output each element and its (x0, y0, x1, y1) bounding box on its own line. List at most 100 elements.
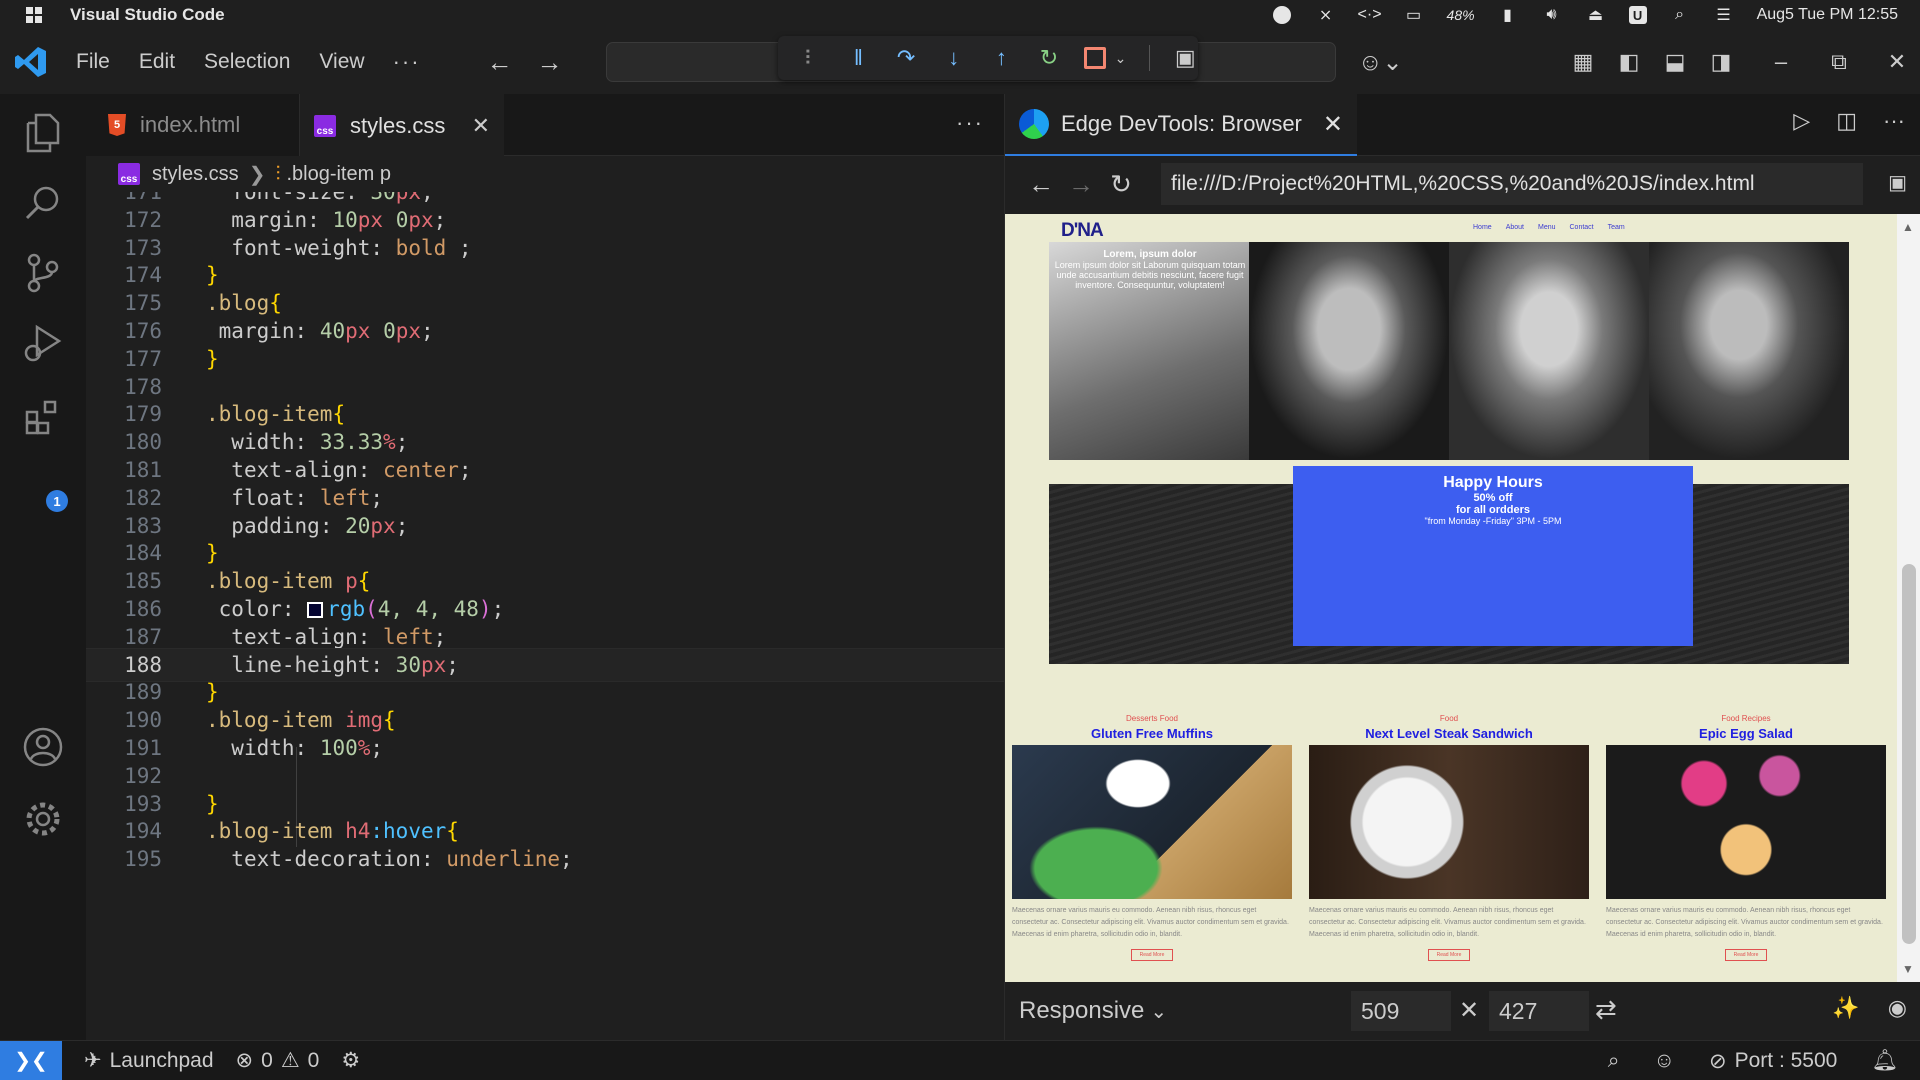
url-input[interactable]: file:///D:/Project%20HTML,%20CSS,%20and%… (1161, 163, 1863, 205)
notifications-bell-icon[interactable]: 🔔︎ (1871, 1049, 1898, 1073)
code-text: margin: 10px 0px; (231, 207, 447, 232)
customize-layout-icon[interactable]: ▦ (1560, 49, 1606, 75)
site-nav-about[interactable]: About (1506, 224, 1524, 231)
search-icon[interactable]: ⌕ (1669, 6, 1691, 24)
blog-title[interactable]: Epic Egg Salad (1606, 726, 1886, 741)
control-center-icon[interactable]: ☰ (1713, 6, 1735, 24)
display-icon[interactable]: ▭ (1403, 6, 1425, 24)
browser-reload-icon[interactable]: ↻ (1101, 169, 1141, 200)
promo-banner: Happy Hours 50% off for all ordders "fro… (1049, 466, 1849, 664)
close-tab-icon[interactable]: ✕ (472, 113, 490, 139)
site-nav-contact[interactable]: Contact (1570, 224, 1594, 231)
search-icon[interactable] (20, 180, 66, 226)
rotate-swap-icon[interactable]: ⇄ (1595, 994, 1617, 1025)
color-swatch[interactable] (307, 602, 324, 618)
browser-back-icon[interactable]: ← (1021, 169, 1061, 200)
tab-label: index.html (140, 112, 241, 137)
restore-icon[interactable]: ⧉ (1816, 49, 1862, 75)
viewport-height-input[interactable]: 427 (1489, 991, 1589, 1031)
magic-wand-icon[interactable]: ✨ (1832, 995, 1859, 1021)
browser-viewport[interactable]: D'NA Home About Menu Contact Team Lorem,… (1005, 214, 1897, 982)
drag-grip-icon[interactable]: ⠇ (798, 46, 824, 71)
device-select[interactable]: Responsive (1019, 997, 1144, 1025)
source-control-icon[interactable] (20, 250, 66, 296)
tab-styles-css[interactable]: css styles.css ✕ (300, 94, 504, 156)
scrollbar-thumb[interactable] (1902, 564, 1916, 944)
remote-indicator-icon[interactable]: ❯❮ (0, 1040, 62, 1080)
copilot-icon[interactable]: ☺⌄ (1358, 48, 1403, 77)
site-nav-menu[interactable]: Menu (1538, 224, 1556, 231)
symbol-class-icon: ⫶ (275, 162, 281, 185)
split-editor-icon[interactable]: ◫ (1836, 108, 1857, 134)
zoom-icon[interactable]: ⌕ (1608, 1049, 1620, 1073)
step-into-icon[interactable]: ↓ (941, 45, 967, 71)
read-more-button[interactable]: Read More (1131, 949, 1173, 961)
browser-forward-icon[interactable]: → (1061, 169, 1101, 200)
step-over-icon[interactable]: ↷ (893, 45, 919, 71)
toggle-sidebar-icon[interactable]: ◧ (1606, 49, 1652, 75)
blog-title[interactable]: Next Level Steak Sandwich (1309, 726, 1589, 741)
menu-file[interactable]: File (76, 50, 110, 74)
screencast-icon[interactable]: ▣ (1172, 45, 1198, 71)
copilot-status-icon[interactable]: ☺ (1654, 1049, 1675, 1073)
run-icon[interactable]: ▷ (1793, 108, 1810, 134)
menu-edit[interactable]: Edit (139, 50, 175, 74)
eye-icon[interactable]: ◉ (1888, 995, 1907, 1021)
menu-selection[interactable]: Selection (204, 50, 290, 74)
promo-box: Happy Hours 50% off for all ordders "fro… (1293, 466, 1693, 646)
clock[interactable]: Aug5 Tue PM 12:55 (1757, 6, 1898, 24)
menu-more-button[interactable]: ··· (393, 49, 421, 75)
editor-more-actions-button[interactable]: ··· (956, 110, 984, 136)
back-arrow-icon[interactable]: ← (487, 47, 513, 78)
breadcrumb-symbol[interactable]: .blog-item p (286, 163, 391, 186)
read-more-button[interactable]: Read More (1428, 949, 1470, 961)
os-top-bar: Visual Studio Code ⨯ <·> ▭ 48% ▮ 🔊︎ ⏏ U … (0, 0, 1920, 30)
close-icon[interactable]: ✕ (1874, 49, 1920, 75)
eject-icon[interactable]: ⏏ (1585, 6, 1607, 24)
battery-icon[interactable]: ▮ (1497, 6, 1519, 24)
live-server-item[interactable]: ⊘ Port : 5500 (1709, 1049, 1837, 1074)
u-app-icon[interactable]: U (1628, 6, 1647, 24)
chevron-down-icon[interactable]: ⌄ (1150, 999, 1167, 1024)
site-nav-home[interactable]: Home (1473, 224, 1492, 231)
stop-icon[interactable] (1083, 47, 1106, 69)
volume-icon[interactable]: 🔊︎ (1541, 6, 1563, 24)
extensions-icon[interactable] (20, 394, 66, 440)
viewport-scrollbar[interactable]: ▲ ▼ (1897, 214, 1920, 982)
toggle-secondary-sidebar-icon[interactable]: ◨ (1698, 49, 1744, 75)
minimize-icon[interactable]: – (1758, 49, 1804, 75)
tab-edge-devtools-browser[interactable]: Edge DevTools: Browser ✕ (1005, 94, 1357, 156)
explorer-icon[interactable] (20, 110, 66, 156)
site-logo[interactable]: D'NA (1061, 220, 1104, 242)
step-out-icon[interactable]: ↑ (989, 45, 1015, 71)
notification-circle-icon[interactable] (1271, 6, 1293, 24)
close-tab-icon[interactable]: ✕ (1323, 110, 1343, 139)
blog-title[interactable]: Gluten Free Muffins (1012, 726, 1292, 741)
tab-index-html[interactable]: 5 index.html (86, 94, 300, 156)
bluetooth-icon[interactable]: ⨯ (1315, 6, 1337, 24)
menu-view[interactable]: View (319, 50, 364, 74)
run-debug-icon[interactable] (20, 320, 66, 366)
pause-icon[interactable]: ‖ (846, 45, 872, 71)
site-nav-team[interactable]: Team (1608, 224, 1625, 231)
code-editor[interactable]: 171 font-size: 30px; 172 margin: 10px 0px… (86, 192, 1004, 1040)
scroll-up-icon[interactable]: ▲ (1902, 220, 1914, 234)
forward-arrow-icon[interactable]: → (537, 47, 563, 78)
windows-logo-icon[interactable] (26, 7, 42, 23)
viewport-width-input[interactable]: 509 (1351, 991, 1451, 1031)
toggle-panel-icon[interactable]: ⬓ (1652, 49, 1698, 75)
read-more-button[interactable]: Read More (1725, 949, 1767, 961)
chevron-down-icon[interactable]: ⌄ (1114, 50, 1128, 67)
problems-item[interactable]: ⊗ 0 ⚠ 0 (236, 1048, 320, 1073)
restart-icon[interactable]: ↻ (1036, 45, 1062, 71)
toggle-screencast-icon[interactable]: ▣ (1888, 170, 1907, 195)
more-actions-button[interactable]: ··· (1883, 108, 1905, 134)
launchpad-item[interactable]: ✈ Launchpad (84, 1048, 214, 1073)
breadcrumb-file[interactable]: styles.css (152, 163, 239, 186)
accounts-icon[interactable] (20, 724, 66, 770)
settings-gear-icon[interactable] (20, 796, 66, 842)
code-line[interactable]: 195 text-decoration: underline; (86, 842, 1004, 876)
scroll-down-icon[interactable]: ▼ (1902, 962, 1914, 976)
code-icon[interactable]: <·> (1358, 6, 1382, 24)
debug-config-icon[interactable]: ⚙ (341, 1048, 360, 1073)
